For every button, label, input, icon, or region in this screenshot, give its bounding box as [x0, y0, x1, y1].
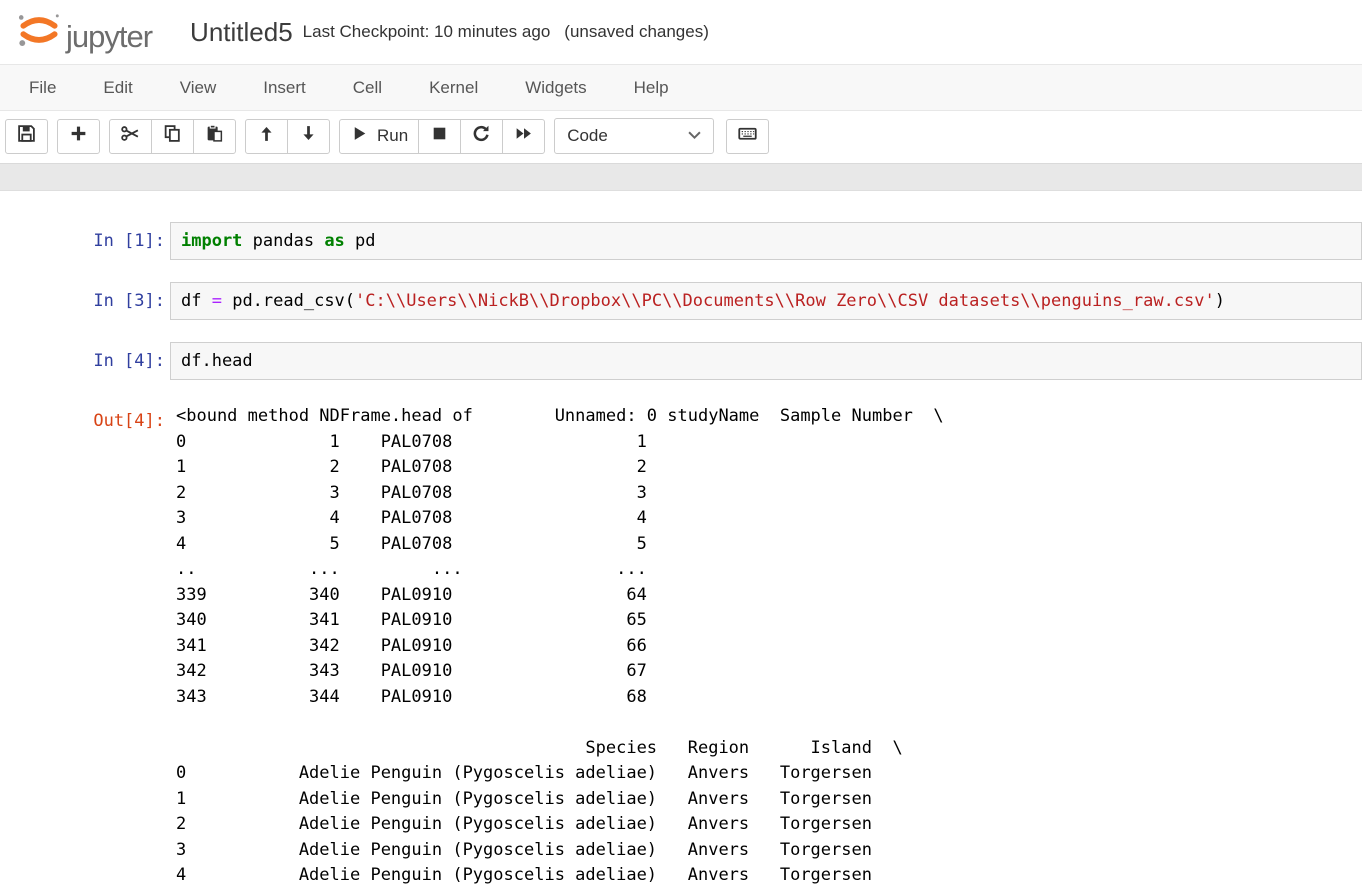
menu-help[interactable]: Help: [617, 68, 686, 108]
insert-group: [57, 119, 100, 154]
chevron-down-icon: [688, 127, 701, 145]
edit-group: [109, 119, 236, 154]
restart-icon: [472, 124, 491, 148]
jupyter-logo[interactable]: jupyter: [16, 10, 152, 55]
copy-cell-button[interactable]: [151, 119, 194, 154]
checkpoint-status: Last Checkpoint: 10 minutes ago: [303, 22, 551, 42]
save-button[interactable]: [5, 119, 48, 154]
stop-icon: [430, 124, 449, 148]
paste-icon: [205, 124, 224, 148]
menu-bar: File Edit View Insert Cell Kernel Widget…: [0, 64, 1362, 111]
code-token: df: [181, 291, 212, 311]
menu-widgets[interactable]: Widgets: [508, 68, 603, 108]
menu-kernel[interactable]: Kernel: [412, 68, 495, 108]
autosave-status: (unsaved changes): [564, 22, 709, 42]
code-token: pandas: [242, 231, 324, 251]
jupyter-logo-icon: [16, 10, 62, 55]
code-line: df = pd.read_csv('C:\\Users\\NickB\\Drop…: [181, 291, 1351, 311]
menu-insert[interactable]: Insert: [246, 68, 323, 108]
save-group: [5, 119, 48, 154]
cut-cell-button[interactable]: [109, 119, 152, 154]
input-prompt: In [1]:: [0, 222, 170, 260]
input-prompt: In [4]:: [0, 342, 170, 380]
run-button[interactable]: Run: [339, 119, 419, 154]
code-cell-3: In [4]: df.head: [0, 342, 1362, 380]
notebook-title[interactable]: Untitled5: [190, 17, 293, 48]
plus-icon: [69, 124, 88, 148]
arrow-down-icon: [299, 124, 318, 148]
keyboard-icon: [738, 124, 757, 148]
toolbar: Run Code: [0, 111, 1362, 163]
menu-file[interactable]: File: [12, 68, 73, 108]
play-icon: [350, 124, 369, 148]
command-palette-button[interactable]: [726, 119, 769, 154]
app-header: jupyter Untitled5 Last Checkpoint: 10 mi…: [0, 0, 1362, 64]
move-up-button[interactable]: [245, 119, 288, 154]
code-token: import: [181, 231, 242, 251]
code-token: 'C:\\Users\\NickB\\Dropbox\\PC\\Document…: [355, 291, 1215, 311]
add-cell-button[interactable]: [57, 119, 100, 154]
code-token: as: [324, 231, 344, 251]
restart-run-all-button[interactable]: [502, 119, 545, 154]
code-token: =: [212, 291, 222, 311]
code-cell-2: In [3]: df = pd.read_csv('C:\\Users\\Nic…: [0, 282, 1362, 320]
run-button-label: Run: [377, 126, 408, 146]
code-token: pd: [345, 231, 376, 251]
code-input[interactable]: import pandas as pd: [170, 222, 1362, 260]
jupyter-logo-word: jupyter: [66, 19, 152, 55]
menu-cell[interactable]: Cell: [336, 68, 399, 108]
restart-kernel-button[interactable]: [460, 119, 503, 154]
output-cell-4: Out[4]: <bound method NDFrame.head of Un…: [0, 402, 1362, 889]
code-input[interactable]: df = pd.read_csv('C:\\Users\\NickB\\Drop…: [170, 282, 1362, 320]
arrow-up-icon: [257, 124, 276, 148]
run-group: Run: [339, 119, 545, 154]
output-text: <bound method NDFrame.head of Unnamed: 0…: [176, 404, 1362, 889]
copy-icon: [163, 124, 182, 148]
fast-forward-icon: [514, 124, 533, 148]
move-down-button[interactable]: [287, 119, 330, 154]
notebook-area: In [1]: import pandas as pd In [3]: df =…: [0, 191, 1362, 889]
output-area: <bound method NDFrame.head of Unnamed: 0…: [170, 402, 1362, 889]
code-token: pd.read_csv(: [222, 291, 355, 311]
code-input[interactable]: df.head: [170, 342, 1362, 380]
palette-group: [726, 119, 769, 154]
scissors-icon: [121, 124, 140, 148]
header-shadow-strip: [0, 163, 1362, 191]
code-line: df.head: [181, 351, 1351, 371]
menu-view[interactable]: View: [163, 68, 234, 108]
code-token: df.head: [181, 351, 253, 371]
output-prompt: Out[4]:: [0, 402, 170, 889]
code-line: import pandas as pd: [181, 231, 1351, 251]
save-icon: [17, 124, 36, 148]
cell-type-selected-value: Code: [567, 126, 608, 146]
input-prompt: In [3]:: [0, 282, 170, 320]
interrupt-kernel-button[interactable]: [418, 119, 461, 154]
cell-type-select[interactable]: Code: [554, 118, 714, 154]
move-group: [245, 119, 330, 154]
menu-edit[interactable]: Edit: [86, 68, 149, 108]
code-cell-1: In [1]: import pandas as pd: [0, 222, 1362, 260]
code-token: ): [1215, 291, 1225, 311]
paste-cell-button[interactable]: [193, 119, 236, 154]
